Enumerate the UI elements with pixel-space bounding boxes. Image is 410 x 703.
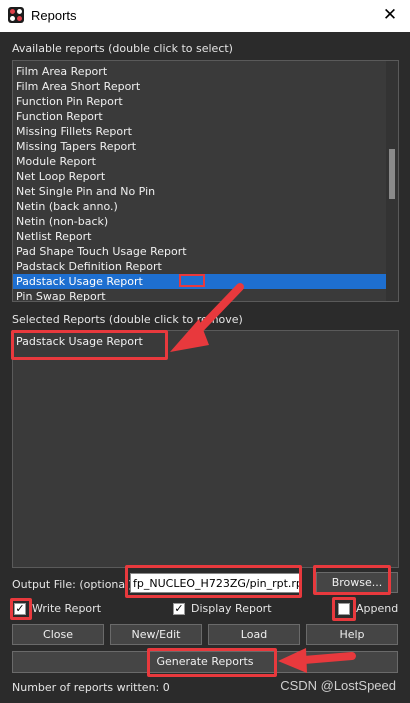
new-edit-button[interactable]: New/Edit xyxy=(110,624,202,645)
annotation-box-write-report xyxy=(10,598,32,620)
report-list-item[interactable]: Film Area Report xyxy=(13,64,398,79)
output-file-label: Output File: (optional) xyxy=(12,578,133,591)
reports-written-status: Number of reports written: 0 xyxy=(12,681,170,694)
available-reports-label: Available reports (double click to selec… xyxy=(12,42,233,55)
report-list-item[interactable]: Netin (non-back) xyxy=(13,214,398,229)
available-list-scrollbar[interactable] xyxy=(386,61,398,301)
watermark: CSDN @LostSpeed xyxy=(280,678,396,693)
report-list-item[interactable]: Padstack Definition Report xyxy=(13,259,398,274)
report-list-item[interactable]: Padstack Usage Report xyxy=(13,274,398,289)
selected-reports-label: Selected Reports (double click to remove… xyxy=(12,313,243,326)
report-list-item[interactable]: Netin (back anno.) xyxy=(13,199,398,214)
help-button[interactable]: Help xyxy=(306,624,398,645)
selected-reports-list[interactable]: Padstack Usage Report xyxy=(12,330,399,568)
title-bar: Reports ✕ xyxy=(0,0,410,32)
report-list-item[interactable]: Pin Swap Report xyxy=(13,289,398,301)
report-list-item[interactable]: Pad Shape Touch Usage Report xyxy=(13,244,398,259)
report-list-item[interactable]: Function Pin Report xyxy=(13,94,398,109)
close-window-icon[interactable]: ✕ xyxy=(378,4,402,26)
reports-app-icon xyxy=(8,7,24,23)
annotation-box-output-file xyxy=(125,565,302,598)
display-report-label: Display Report xyxy=(191,602,272,615)
annotation-box-append xyxy=(332,597,356,621)
report-list-item[interactable]: Missing Tapers Report xyxy=(13,139,398,154)
write-report-label: Write Report xyxy=(32,602,102,615)
append-label: Append xyxy=(356,602,399,615)
report-list-item[interactable]: Netlist Report xyxy=(13,229,398,244)
window-title: Reports xyxy=(31,8,77,23)
report-list-item[interactable]: Missing Fillets Report xyxy=(13,124,398,139)
annotation-box-selected-report xyxy=(11,330,168,360)
available-reports-list[interactable]: Film Area Report Film Area Short Report Fu… xyxy=(12,60,399,302)
annotation-box-browse xyxy=(313,565,391,595)
annotation-box-selected-row xyxy=(179,274,205,287)
report-list-item[interactable]: Net Single Pin and No Pin xyxy=(13,184,398,199)
report-list-item[interactable]: Function Report xyxy=(13,109,398,124)
report-list-item[interactable]: Net Loop Report xyxy=(13,169,398,184)
display-report-checkbox[interactable]: ✓ xyxy=(173,603,185,615)
load-button[interactable]: Load xyxy=(208,624,300,645)
close-button[interactable]: Close xyxy=(12,624,104,645)
annotation-box-generate xyxy=(147,648,277,677)
report-list-item[interactable]: Module Report xyxy=(13,154,398,169)
report-list-item[interactable]: Film Area Short Report xyxy=(13,79,398,94)
scrollbar-thumb[interactable] xyxy=(389,149,395,199)
